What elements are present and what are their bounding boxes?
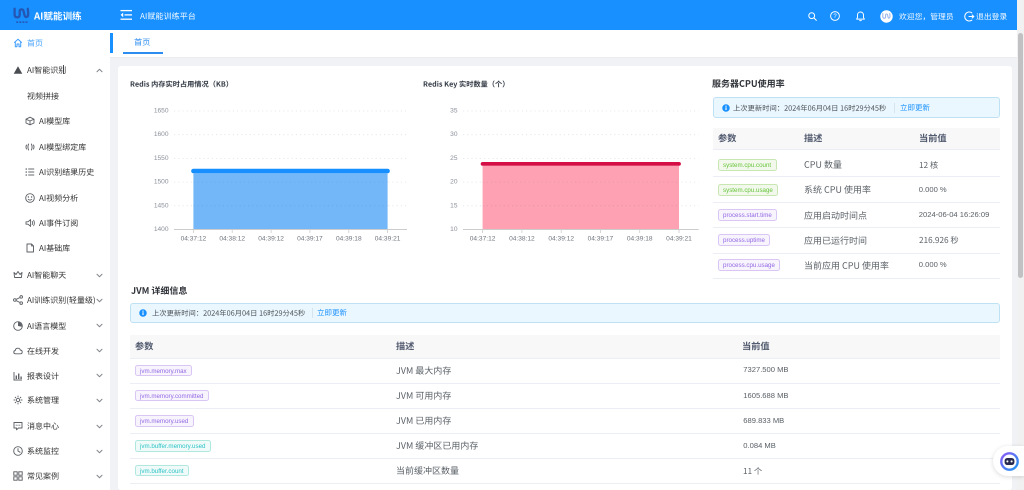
svg-text:1550: 1550 <box>154 155 169 162</box>
svg-text:04:39:12: 04:39:12 <box>258 236 284 243</box>
svg-text:25: 25 <box>450 155 458 162</box>
svg-text:04:39:18: 04:39:18 <box>336 236 362 243</box>
svg-text:1450: 1450 <box>154 202 169 209</box>
svg-text:04:39:12: 04:39:12 <box>548 236 574 243</box>
svg-text:10: 10 <box>450 226 458 233</box>
svg-text:?: ? <box>833 14 837 20</box>
svg-text:04:39:21: 04:39:21 <box>666 236 692 243</box>
svg-text:30: 30 <box>450 131 458 138</box>
svg-text:1650: 1650 <box>154 108 169 115</box>
svg-text:20: 20 <box>450 179 458 186</box>
svg-text:04:39:17: 04:39:17 <box>588 236 614 243</box>
svg-text:35: 35 <box>450 108 458 115</box>
svg-text:04:39:18: 04:39:18 <box>627 236 653 243</box>
svg-text:04:37:12: 04:37:12 <box>470 236 496 243</box>
svg-text:04:39:17: 04:39:17 <box>297 236 323 243</box>
svg-text:1400: 1400 <box>154 226 169 233</box>
svg-text:1500: 1500 <box>154 179 169 186</box>
svg-text:04:38:12: 04:38:12 <box>509 236 535 243</box>
svg-text:04:38:12: 04:38:12 <box>219 236 245 243</box>
svg-text:04:37:12: 04:37:12 <box>181 236 207 243</box>
svg-text:1600: 1600 <box>154 131 169 138</box>
svg-text:04:39:21: 04:39:21 <box>375 236 401 243</box>
svg-text:15: 15 <box>450 202 458 209</box>
